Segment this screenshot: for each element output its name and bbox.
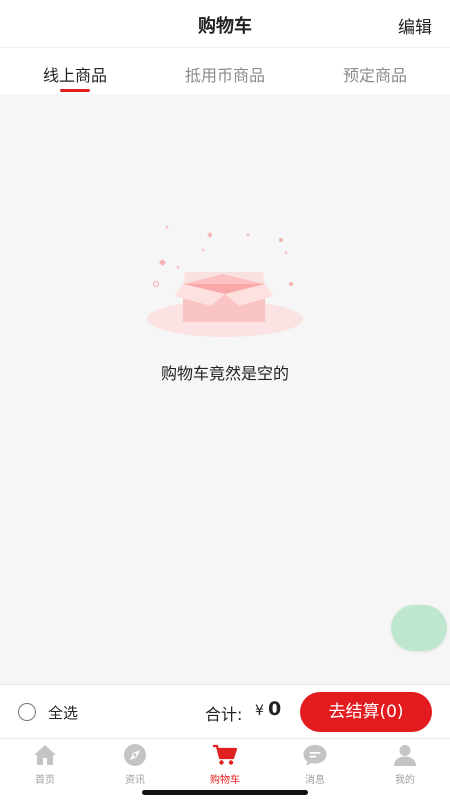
nav-label: 我的 <box>395 775 415 786</box>
tab-label: 预定商品 <box>342 66 407 85</box>
tab-online-goods[interactable]: 线上商品 <box>0 48 150 94</box>
edit-button[interactable]: 编辑 <box>398 13 432 38</box>
category-tabs: 线上商品 抵用币商品 预定商品 <box>0 48 450 94</box>
cart-icon <box>213 744 238 765</box>
tab-label: 抵用币商品 <box>184 66 265 85</box>
active-tab-indicator <box>60 89 90 92</box>
nav-item-profile[interactable]: 我的 <box>360 739 450 800</box>
currency-symbol: ¥ <box>255 703 264 719</box>
tab-label: 线上商品 <box>42 66 107 85</box>
floating-action-button[interactable] <box>391 605 447 651</box>
total-amount: 0 <box>268 698 282 720</box>
empty-box-icon <box>147 225 303 337</box>
top-bar: 购物车 编辑 <box>0 0 450 48</box>
empty-cart-message: 购物车竟然是空的 <box>160 364 289 383</box>
checkout-button[interactable]: 去结算(0) <box>300 692 432 732</box>
home-indicator <box>142 790 308 795</box>
page-title: 购物车 <box>198 16 252 37</box>
tab-preorder-goods[interactable]: 预定商品 <box>300 48 450 94</box>
compass-icon <box>124 744 146 766</box>
message-icon <box>303 745 327 766</box>
nav-label: 资讯 <box>125 775 145 786</box>
nav-item-home[interactable]: 首页 <box>0 739 90 800</box>
total-label: 合计: <box>205 705 243 724</box>
cart-content: 购物车竟然是空的 <box>0 94 450 684</box>
home-icon <box>34 745 56 765</box>
nav-label: 消息 <box>305 775 325 786</box>
tab-voucher-goods[interactable]: 抵用币商品 <box>150 48 300 94</box>
checkout-bar: 全选 合计: ¥ 0 去结算(0) <box>0 684 450 738</box>
profile-icon <box>394 745 416 766</box>
select-all-radio[interactable] <box>18 703 36 721</box>
nav-label: 购物车 <box>210 775 240 786</box>
nav-label: 首页 <box>35 775 55 786</box>
select-all-label[interactable]: 全选 <box>48 702 78 723</box>
